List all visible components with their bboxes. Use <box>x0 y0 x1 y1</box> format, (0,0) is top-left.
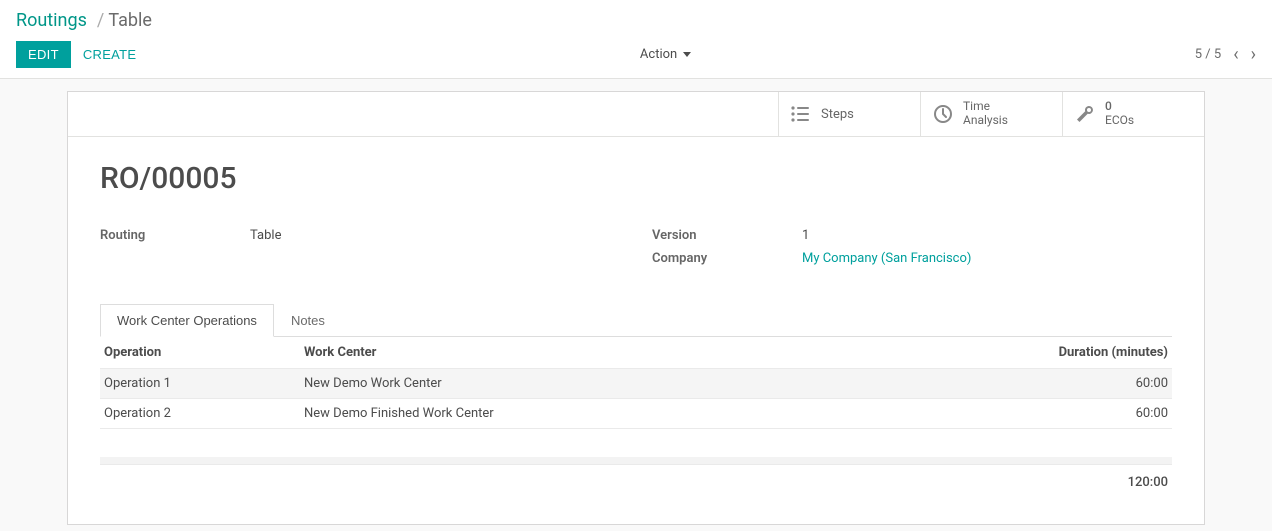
total-duration: 120:00 <box>992 465 1172 501</box>
breadcrumb-separator: / <box>97 10 104 31</box>
ecos-count: 0 <box>1105 100 1134 114</box>
tab-work-center-operations[interactable]: Work Center Operations <box>100 304 274 337</box>
form-sheet: Steps Time Analysis 0 ECOs <box>67 91 1205 525</box>
col-work-center[interactable]: Work Center <box>300 337 992 369</box>
pager-position: 5 / 5 <box>1195 47 1221 62</box>
ecos-label: ECOs <box>1105 114 1134 128</box>
time-analysis-button[interactable]: Time Analysis <box>920 92 1062 136</box>
caret-down-icon <box>683 52 691 57</box>
time-label-2: Analysis <box>963 114 1008 128</box>
record-title: RO/00005 <box>100 161 1172 196</box>
table-row[interactable]: Operation 1 New Demo Work Center 60:00 <box>100 369 1172 399</box>
breadcrumb-current: Table <box>108 10 152 31</box>
create-button[interactable]: CREATE <box>83 47 137 62</box>
list-icon <box>791 105 811 123</box>
steps-button[interactable]: Steps <box>778 92 920 136</box>
clock-icon <box>933 104 953 124</box>
total-row: 120:00 <box>100 465 1172 501</box>
cell-operation: Operation 2 <box>100 399 300 429</box>
fields-left: Routing Table <box>100 228 620 274</box>
cell-duration: 60:00 <box>992 369 1172 399</box>
pager-prev[interactable]: ‹ <box>1233 46 1238 64</box>
cell-operation: Operation 1 <box>100 369 300 399</box>
field-label: Routing <box>100 228 250 243</box>
pager-next[interactable]: › <box>1251 46 1256 64</box>
edit-button[interactable]: EDIT <box>16 41 71 68</box>
company-link[interactable]: My Company (San Francisco) <box>802 251 971 266</box>
col-duration[interactable]: Duration (minutes) <box>992 337 1172 369</box>
operations-table: Operation Work Center Duration (minutes)… <box>100 337 1172 500</box>
cell-duration: 60:00 <box>992 399 1172 429</box>
steps-label: Steps <box>821 107 854 122</box>
cell-work-center: New Demo Finished Work Center <box>300 399 992 429</box>
field-routing: Routing Table <box>100 228 620 243</box>
table-row[interactable]: Operation 2 New Demo Finished Work Cente… <box>100 399 1172 429</box>
fields-right: Version 1 Company My Company (San Franci… <box>652 228 1172 274</box>
field-value: 1 <box>802 228 809 243</box>
col-operation[interactable]: Operation <box>100 337 300 369</box>
breadcrumb: Routings / Table <box>16 0 1256 35</box>
cell-work-center: New Demo Work Center <box>300 369 992 399</box>
time-label-1: Time <box>963 100 1008 114</box>
field-label: Version <box>652 228 802 243</box>
action-label: Action <box>640 47 677 62</box>
control-bar: Routings / Table EDIT CREATE Action 5 / … <box>0 0 1272 79</box>
breadcrumb-root-link[interactable]: Routings <box>16 10 87 31</box>
wrench-icon <box>1075 104 1095 124</box>
field-company: Company My Company (San Francisco) <box>652 251 1172 266</box>
button-box: Steps Time Analysis 0 ECOs <box>68 92 1204 137</box>
field-version: Version 1 <box>652 228 1172 243</box>
field-value: Table <box>250 228 281 243</box>
action-dropdown[interactable]: Action <box>640 47 691 62</box>
tabs: Work Center Operations Notes <box>100 304 1172 337</box>
tab-notes[interactable]: Notes <box>274 304 342 337</box>
field-label: Company <box>652 251 802 266</box>
ecos-button[interactable]: 0 ECOs <box>1062 92 1204 136</box>
